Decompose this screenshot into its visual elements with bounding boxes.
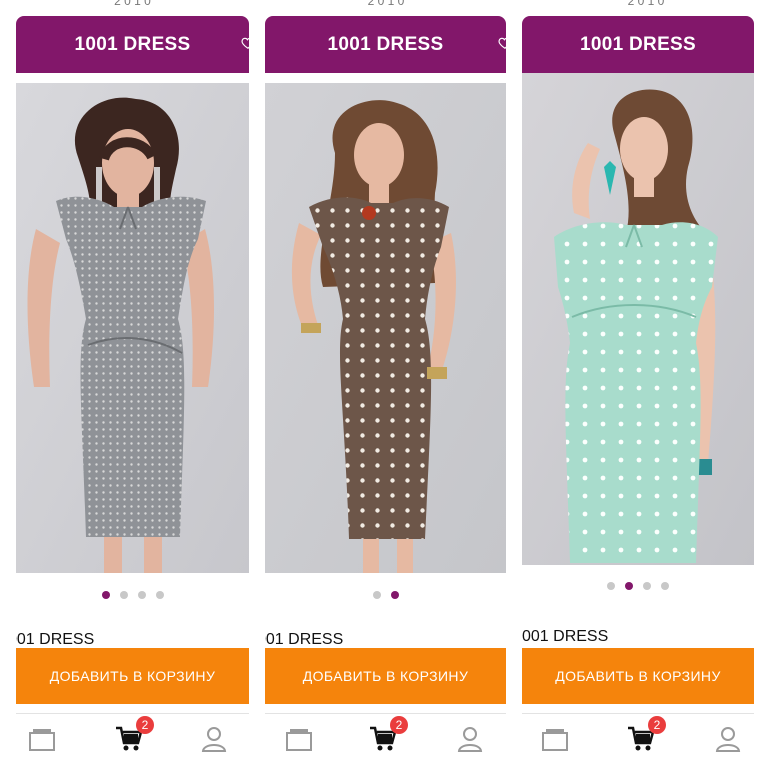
product-photo-illustration bbox=[265, 83, 506, 573]
brand-header: 1001 DRESS bbox=[265, 16, 507, 73]
add-to-cart-button[interactable]: ДОБАВИТЬ В КОРЗИНУ bbox=[522, 648, 754, 704]
tab-profile[interactable] bbox=[197, 722, 231, 756]
profile-icon bbox=[201, 727, 227, 752]
gallery-dots[interactable] bbox=[522, 582, 754, 590]
product-screen-3: 2 0 1 0 1001 DRESS 001 DRESS ДОБАВИТЬ В … bbox=[522, 0, 770, 770]
cart-badge: 2 bbox=[136, 716, 154, 734]
product-photo-illustration bbox=[522, 73, 754, 565]
add-to-cart-button[interactable]: ДОБАВИТЬ В КОРЗИНУ bbox=[16, 648, 249, 704]
brand-title: 1001 DRESS bbox=[579, 33, 696, 55]
product-name: 001 DRESS bbox=[522, 628, 609, 645]
add-to-cart-button[interactable]: ДОБАВИТЬ В КОРЗИНУ bbox=[265, 648, 506, 704]
product-photo[interactable] bbox=[265, 83, 506, 573]
profile-icon bbox=[457, 727, 483, 752]
gallery-dot-3[interactable] bbox=[643, 582, 651, 590]
gallery-dots[interactable] bbox=[265, 591, 506, 599]
product-name: 001 DRESS bbox=[265, 631, 344, 644]
gallery-dot-1[interactable] bbox=[101, 591, 110, 599]
tab-cart[interactable]: 2 bbox=[366, 716, 408, 756]
product-screen-1: 2 0 1 0 1001 DRESS 001 DRESS ДОБАВИТЬ В … bbox=[16, 0, 249, 770]
gallery-dots[interactable] bbox=[16, 591, 249, 599]
screenshot-stage: 2 0 1 0 1001 DRESS 001 DRESS ДОБАВИТЬ В … bbox=[0, 0, 770, 770]
tab-cart[interactable]: 2 bbox=[112, 716, 154, 756]
tab-profile[interactable] bbox=[711, 722, 745, 756]
brand-header: 1001 DRESS bbox=[522, 16, 754, 73]
tab-cart[interactable]: 2 bbox=[624, 716, 666, 756]
bottom-tab-bar: 2 bbox=[522, 713, 754, 770]
product-photo[interactable] bbox=[522, 73, 754, 565]
top-cut-text: 2 0 1 0 bbox=[627, 0, 665, 8]
tab-profile[interactable] bbox=[453, 722, 487, 756]
brand-title: 1001 DRESS bbox=[327, 33, 444, 55]
tab-catalog[interactable] bbox=[25, 722, 59, 756]
product-photo-illustration bbox=[16, 83, 249, 573]
gallery-dot-2[interactable] bbox=[625, 582, 633, 590]
gallery-dot-2[interactable] bbox=[119, 591, 128, 599]
heart-icon[interactable] bbox=[498, 36, 507, 50]
profile-icon bbox=[715, 727, 741, 752]
heart-icon[interactable] bbox=[241, 36, 249, 50]
bottom-tab-bar: 2 bbox=[265, 713, 506, 770]
catalog-icon bbox=[286, 729, 312, 751]
gallery-dot-1[interactable] bbox=[372, 591, 381, 599]
gallery-dot-4[interactable] bbox=[661, 582, 669, 590]
bottom-tab-bar: 2 bbox=[16, 713, 249, 770]
tab-catalog[interactable] bbox=[538, 722, 572, 756]
product-photo[interactable] bbox=[16, 83, 249, 573]
top-cut-text: 2 0 1 0 bbox=[114, 0, 151, 8]
gallery-dot-3[interactable] bbox=[137, 591, 146, 599]
cart-badge: 2 bbox=[390, 716, 408, 734]
brand-header: 1001 DRESS bbox=[16, 16, 249, 73]
gallery-dot-2[interactable] bbox=[390, 591, 399, 599]
catalog-icon bbox=[542, 729, 568, 751]
product-name: 001 DRESS bbox=[16, 631, 95, 644]
cart-badge: 2 bbox=[648, 716, 666, 734]
gallery-dot-1[interactable] bbox=[607, 582, 615, 590]
tab-catalog[interactable] bbox=[282, 722, 316, 756]
brand-title: 1001 DRESS bbox=[74, 33, 191, 55]
top-cut-text: 2 0 1 0 bbox=[367, 0, 405, 8]
product-screen-2: 2 0 1 0 1001 DRESS 001 DRESS ДОБАВИТЬ В … bbox=[265, 0, 507, 770]
gallery-dot-4[interactable] bbox=[155, 591, 164, 599]
catalog-icon bbox=[29, 729, 55, 751]
